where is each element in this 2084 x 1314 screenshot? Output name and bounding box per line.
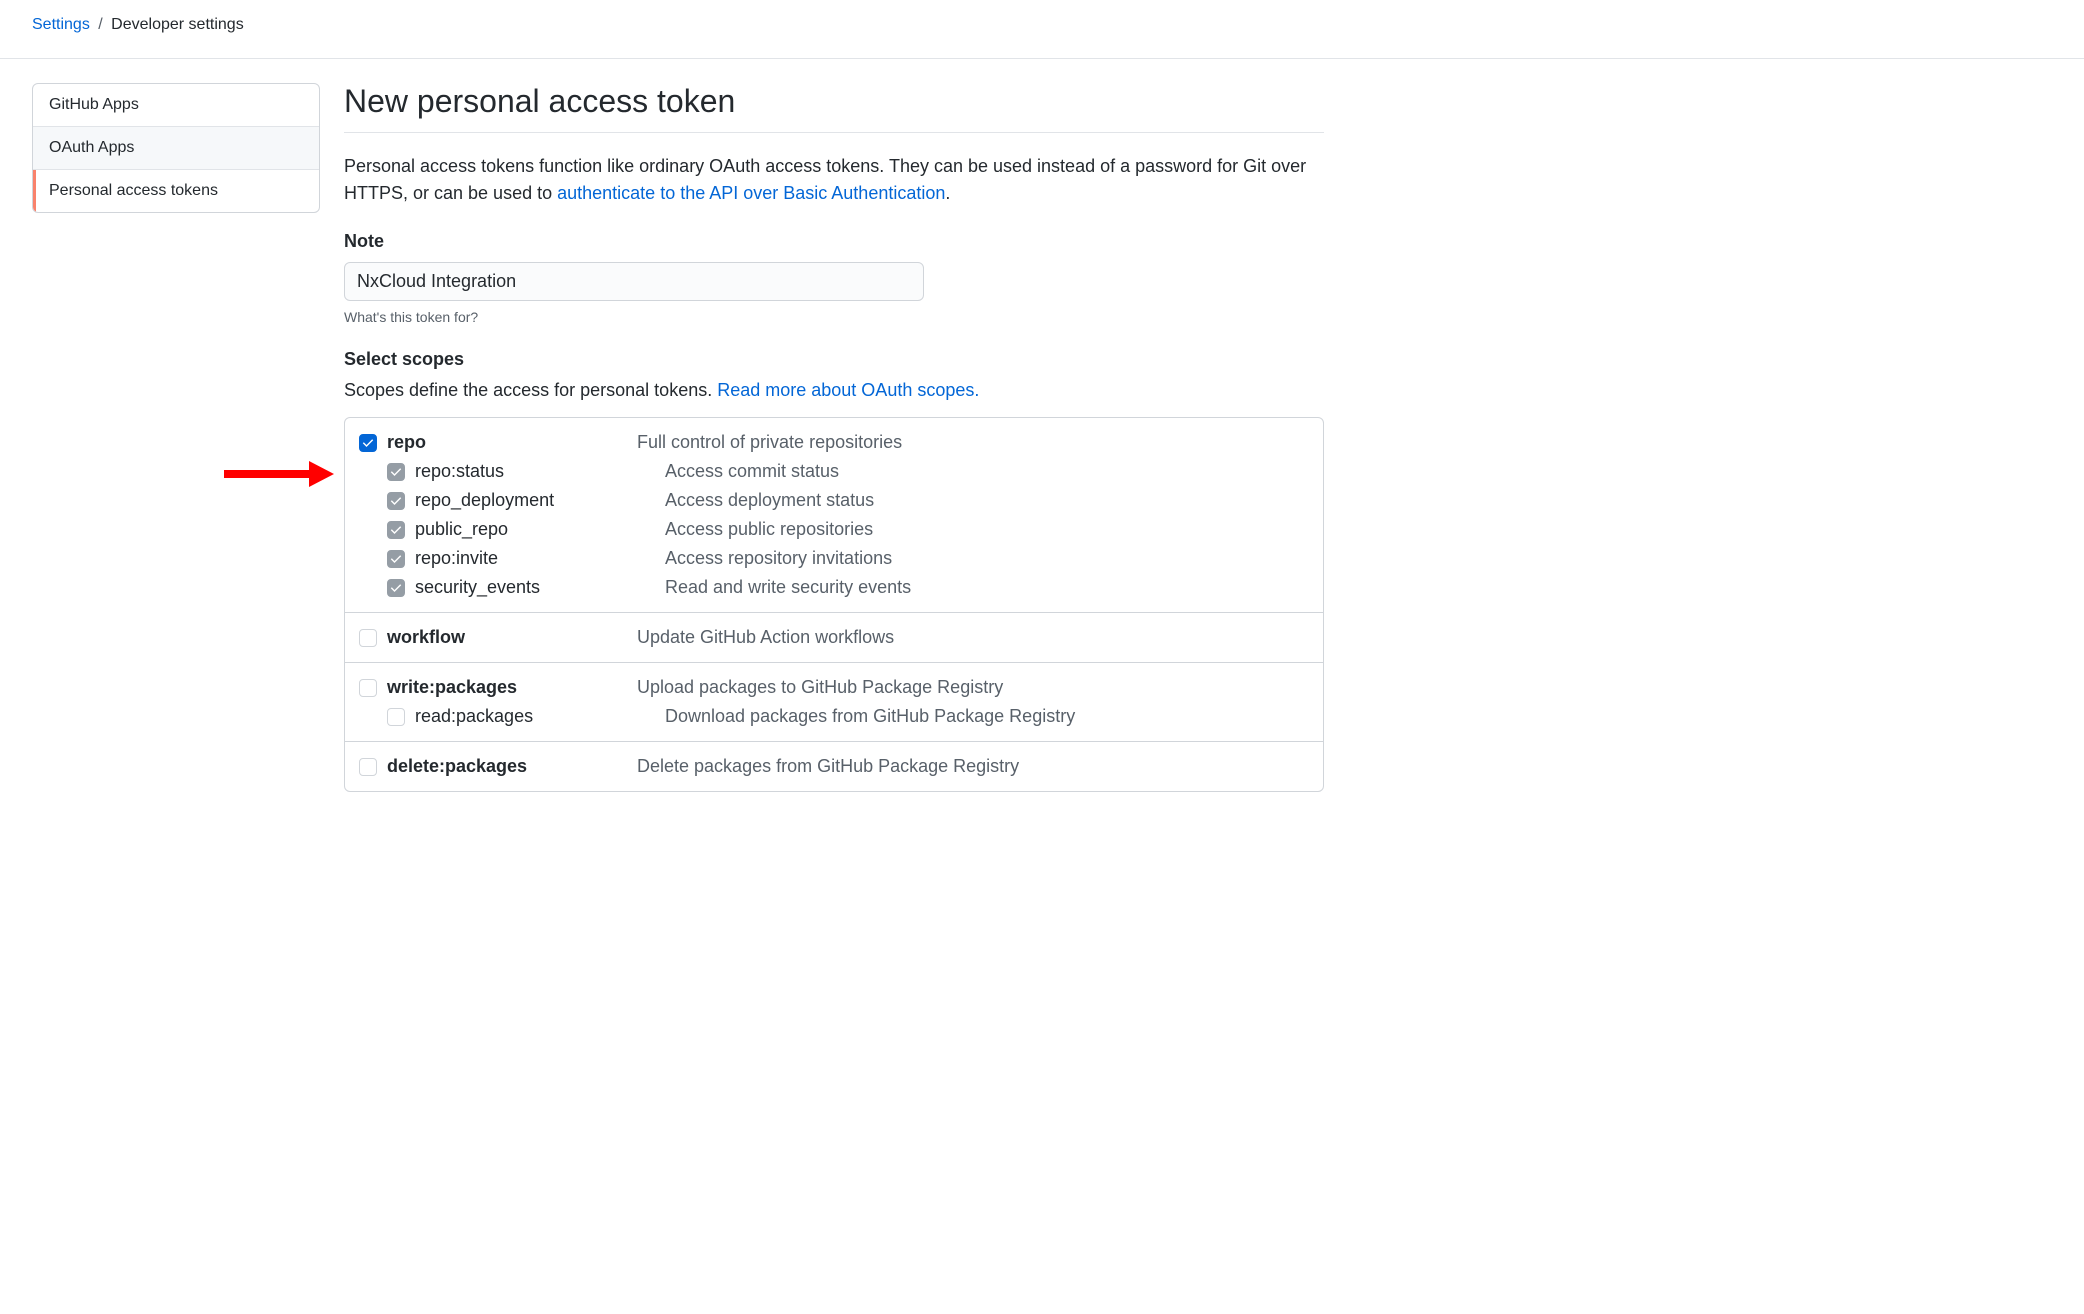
intro-text: Personal access tokens function like ord… [344,153,1324,207]
scope-name: read:packages [415,706,665,727]
note-help-text: What's this token for? [344,309,1324,325]
scope-checkbox[interactable] [359,434,377,452]
scope-name: repo [387,432,637,453]
scope-group: write:packagesUpload packages to GitHub … [345,663,1323,742]
scopes-table: repoFull control of private repositories… [344,417,1324,792]
scope-name: public_repo [415,519,665,540]
scopes-desc-link[interactable]: Read more about OAuth scopes. [717,380,979,400]
scope-name: security_events [415,577,665,598]
scope-checkbox[interactable] [387,708,405,726]
scope-row: workflowUpdate GitHub Action workflows [359,623,1309,652]
scope-row-child: repo:inviteAccess repository invitations [359,544,1309,573]
sidebar-menu: GitHub Apps OAuth Apps Personal access t… [32,83,320,213]
title-divider [344,132,1324,133]
scope-name: delete:packages [387,756,637,777]
scope-name: workflow [387,627,637,648]
scope-description: Read and write security events [665,577,911,598]
scope-description: Access public repositories [665,519,873,540]
scope-name: repo:status [415,461,665,482]
scope-description: Download packages from GitHub Package Re… [665,706,1075,727]
sidebar-item-oauth-apps[interactable]: OAuth Apps [33,127,319,170]
sidebar: GitHub Apps OAuth Apps Personal access t… [32,83,320,792]
scope-description: Full control of private repositories [637,432,902,453]
scope-row-child: repo:statusAccess commit status [359,457,1309,486]
scope-description: Access repository invitations [665,548,892,569]
scopes-desc-prefix: Scopes define the access for personal to… [344,380,717,400]
scope-name: repo_deployment [415,490,665,511]
scope-checkbox [387,521,405,539]
breadcrumb-parent-link[interactable]: Settings [32,16,90,33]
page-title: New personal access token [344,83,1324,120]
intro-link[interactable]: authenticate to the API over Basic Authe… [557,183,945,203]
scopes-label: Select scopes [344,349,1324,370]
breadcrumb-separator: / [98,16,102,33]
scope-name: repo:invite [415,548,665,569]
sidebar-item-github-apps[interactable]: GitHub Apps [33,84,319,127]
scope-name: write:packages [387,677,637,698]
intro-suffix: . [945,183,950,203]
scope-row: delete:packagesDelete packages from GitH… [359,752,1309,781]
scope-description: Update GitHub Action workflows [637,627,894,648]
scope-description: Upload packages to GitHub Package Regist… [637,677,1003,698]
scope-row-child: read:packagesDownload packages from GitH… [359,702,1309,731]
scope-checkbox[interactable] [359,629,377,647]
scope-group: repoFull control of private repositories… [345,418,1323,613]
scope-row-child: security_eventsRead and write security e… [359,573,1309,602]
scope-row: repoFull control of private repositories [359,428,1309,457]
scope-group: delete:packagesDelete packages from GitH… [345,742,1323,791]
main-content: New personal access token Personal acces… [344,83,1324,792]
scope-description: Access deployment status [665,490,874,511]
note-input[interactable] [344,262,924,301]
scope-row: write:packagesUpload packages to GitHub … [359,673,1309,702]
scope-checkbox[interactable] [359,679,377,697]
scope-group: workflowUpdate GitHub Action workflows [345,613,1323,663]
scope-checkbox [387,550,405,568]
scope-description: Delete packages from GitHub Package Regi… [637,756,1019,777]
scope-description: Access commit status [665,461,839,482]
scope-checkbox[interactable] [359,758,377,776]
scope-row-child: public_repoAccess public repositories [359,515,1309,544]
scope-checkbox [387,463,405,481]
breadcrumb-current: Developer settings [111,16,244,33]
sidebar-item-personal-access-tokens[interactable]: Personal access tokens [33,170,319,212]
scope-checkbox [387,492,405,510]
note-label: Note [344,231,1324,252]
scope-row-child: repo_deploymentAccess deployment status [359,486,1309,515]
scope-checkbox [387,579,405,597]
scopes-description: Scopes define the access for personal to… [344,380,1324,401]
breadcrumb: Settings / Developer settings [0,0,2084,59]
